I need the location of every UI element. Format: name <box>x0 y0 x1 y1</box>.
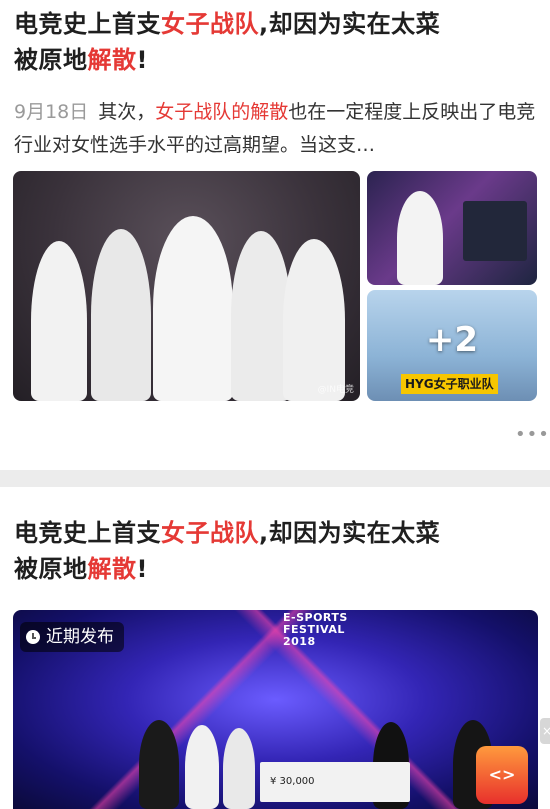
figure-shape <box>231 231 291 401</box>
clock-icon <box>26 630 40 644</box>
title-highlight: 女子战队 <box>161 519 259 547</box>
result-snippet: 9月18日 其次，女子战队的解散也在一定程度上反映出了电竞行业对女性选手水平的过高… <box>14 96 536 162</box>
prize-cheque: ¥ 30,000 <box>260 762 410 802</box>
title-text: ,却因为实在太菜 <box>259 10 441 38</box>
title-text: 被原地 <box>14 46 88 74</box>
figure-shape <box>223 728 255 809</box>
figure-shape <box>91 229 151 401</box>
badge-label: 近期发布 <box>46 627 114 647</box>
red-envelope-icon[interactable]: <> <box>476 746 528 804</box>
recent-badge: 近期发布 <box>20 622 124 652</box>
title-text: 电竞史上首支 <box>14 519 161 547</box>
result-title[interactable]: 电竞史上首支女子战队,却因为实在太菜被原地解散! <box>14 6 534 78</box>
title-highlight: 女子战队 <box>161 10 259 38</box>
gallery-caption: HYG女子职业队 <box>401 374 498 394</box>
snippet-highlight: 女子战队的解散 <box>155 101 289 123</box>
gift-glyph: <> <box>488 765 516 784</box>
title-highlight: 解散 <box>87 46 137 74</box>
close-icon[interactable]: × <box>540 718 550 744</box>
title-text: ,却因为实在太菜 <box>259 519 441 547</box>
monitor-shape <box>463 201 527 261</box>
title-highlight: 解散 <box>87 555 137 583</box>
title-text: ! <box>136 46 148 74</box>
figure-shape <box>185 725 219 809</box>
more-menu-icon[interactable]: ••• <box>515 426 550 444</box>
publish-date: 9月18日 <box>14 101 89 123</box>
title-text: 电竞史上首支 <box>14 10 161 38</box>
result-card-1[interactable]: 电竞史上首支女子战队,却因为实在太菜被原地解散! 9月18日 其次，女子战队的解散… <box>0 0 550 470</box>
gallery-more-count: +2 <box>425 320 479 360</box>
result-title[interactable]: 电竞史上首支女子战队,却因为实在太菜被原地解散! <box>14 515 534 587</box>
title-text: ! <box>136 555 148 583</box>
figure-shape <box>139 720 179 809</box>
figure-shape <box>397 191 443 285</box>
thumbnail-top[interactable] <box>367 171 537 285</box>
figure-shape <box>31 241 87 401</box>
figure-shape <box>283 239 345 401</box>
title-text: 被原地 <box>14 555 88 583</box>
snippet-text: 其次， <box>98 101 156 123</box>
main-thumbnail[interactable]: @IN电竞 <box>13 171 360 401</box>
thumbnail-gallery[interactable]: +2 HYG女子职业队 <box>367 290 537 401</box>
event-sign: E-SPORTS FESTIVAL 2018 <box>283 611 348 648</box>
image-watermark: @IN电竞 <box>317 385 354 395</box>
figure-shape <box>153 216 233 401</box>
